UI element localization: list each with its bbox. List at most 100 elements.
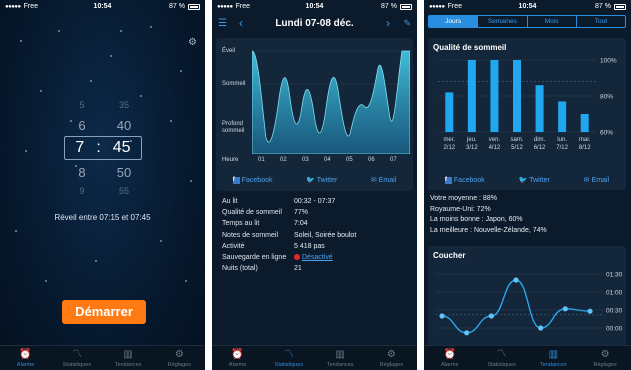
- y-tick-label: 01:00: [606, 290, 623, 297]
- edit-icon[interactable]: ✎: [395, 18, 411, 29]
- detail-row: Sauvegarde en ligne Désactivé: [222, 254, 333, 262]
- period-segmented-control: Jours Semaines Mois Tout: [428, 15, 626, 28]
- battery-icon: [188, 3, 200, 10]
- gear-icon: ⚙: [600, 348, 610, 360]
- picker-row[interactable]: 5 35: [64, 100, 142, 110]
- time-picker[interactable]: 5 35 6 40 7 : 45 8 50 9 55: [64, 98, 142, 198]
- settings-icon[interactable]: ⚙: [188, 37, 197, 48]
- x-tick: 04: [324, 157, 331, 163]
- status-bar: ●●●●● Free 10:54 87 %: [0, 0, 205, 13]
- quality-chart-title: Qualité de sommeil: [433, 43, 507, 52]
- tab-trends[interactable]: ▥ Tendances: [315, 346, 366, 370]
- next-day-icon[interactable]: ›: [381, 16, 395, 30]
- status-bar: ●●●●● Free 10:54 87 %: [424, 0, 631, 13]
- share-bar: f Facebook 🐦 Twitter ✉ Email: [428, 176, 626, 184]
- facebook-share[interactable]: f Facebook: [444, 176, 485, 184]
- picker-row[interactable]: 8 50: [64, 165, 142, 180]
- twitter-share[interactable]: 🐦 Twitter: [518, 176, 549, 185]
- battery-icon: [400, 3, 412, 10]
- clock: 10:54: [518, 3, 537, 10]
- date-nav: ☰ ‹ Lundi 07-08 déc. › ✎: [212, 13, 417, 33]
- tab-settings[interactable]: ⚙ Réglages: [154, 346, 205, 370]
- quality-chart-card: Qualité de sommeil 100% 80% 60% mer. 2/12 jeu…: [428, 38, 626, 190]
- star: [25, 150, 27, 152]
- stat-best: La meilleure : Nouvelle-Zélande, 74%: [430, 226, 547, 234]
- stat-uk: Royaume-Uni: 72%: [430, 205, 491, 213]
- facebook-share[interactable]: f Facebook: [232, 176, 273, 184]
- alarm-clock-icon: ⏰: [231, 348, 244, 360]
- tab-trends[interactable]: ▥ Tendances: [528, 346, 580, 370]
- star: [110, 55, 112, 57]
- star: [90, 80, 92, 82]
- detail-row: Notes de sommeil Soleil, Soirée boulot: [222, 231, 357, 239]
- detail-row: Au lit 00:32 - 07:37: [222, 198, 336, 206]
- picker-row[interactable]: 6 40: [64, 118, 142, 133]
- bedtime-point: [439, 313, 445, 319]
- star: [150, 26, 152, 28]
- star: [40, 90, 42, 92]
- email-share[interactable]: ✉ Email: [584, 176, 609, 185]
- star: [45, 280, 47, 282]
- x-tick-label: 5/12: [511, 145, 523, 151]
- bedtime-chart-title: Coucher: [433, 251, 466, 260]
- stat-average: Votre moyenne : 88%: [430, 195, 497, 202]
- start-button[interactable]: Démarrer: [62, 300, 146, 324]
- quality-bar: [513, 60, 521, 132]
- line-chart-icon: 〽: [283, 348, 294, 360]
- x-tick: 01: [258, 157, 265, 163]
- clock: 10:54: [305, 3, 324, 10]
- tab-bar: ⏰ Alarme 〽 Statistiques ▥ Tendances ⚙ Réglag…: [424, 345, 631, 370]
- bar-chart-icon: ▥: [548, 348, 559, 360]
- prev-day-icon[interactable]: ‹: [234, 16, 248, 30]
- segment-days[interactable]: Jours: [429, 16, 478, 27]
- segment-weeks[interactable]: Semaines: [477, 16, 526, 27]
- segment-all[interactable]: Tout: [575, 16, 625, 27]
- tab-settings[interactable]: ⚙ Réglages: [579, 346, 631, 370]
- x-tick-label: 8/12: [579, 145, 591, 151]
- sleep-graph-card: Éveil Sommeil Profond sommeil Heure 01 0…: [216, 38, 413, 191]
- segment-months[interactable]: Mois: [526, 16, 576, 27]
- x-tick: 07: [390, 157, 397, 163]
- twitter-share[interactable]: 🐦 Twitter: [306, 176, 337, 185]
- selected-minute[interactable]: 45: [113, 139, 131, 157]
- x-tick: 06: [368, 157, 375, 163]
- tab-alarm[interactable]: ⏰ Alarme: [424, 346, 476, 370]
- tab-bar: ⏰ Alarme 〽 Statistiques ▥ Tendances ⚙ Réglag…: [0, 345, 205, 370]
- tab-alarm[interactable]: ⏰ Alarme: [0, 346, 51, 370]
- picker-row[interactable]: 9 55: [64, 186, 142, 196]
- y-tick-label: 60%: [600, 130, 613, 137]
- sleep-area-chart: [252, 50, 410, 154]
- x-tick-label: mar.: [579, 137, 591, 143]
- star: [58, 30, 60, 32]
- facebook-icon: f: [444, 176, 452, 184]
- backup-toggle-link[interactable]: Désactivé: [302, 254, 333, 261]
- x-tick-label: dim.: [534, 137, 546, 143]
- status-dot-icon: [294, 254, 300, 261]
- star: [120, 30, 122, 32]
- x-tick-label: 3/12: [466, 145, 478, 151]
- tab-trends[interactable]: ▥ Tendances: [103, 346, 154, 370]
- tab-alarm[interactable]: ⏰ Alarme: [212, 346, 263, 370]
- quality-bar: [490, 60, 499, 132]
- gear-icon: ⚙: [386, 348, 396, 360]
- stat-worst: La moins bonne : Japon, 60%: [430, 216, 523, 223]
- star: [190, 180, 192, 182]
- tab-statistics[interactable]: 〽 Statistiques: [263, 346, 314, 370]
- x-tick-label: 7/12: [556, 145, 568, 151]
- email-share[interactable]: ✉ Email: [371, 176, 396, 185]
- twitter-icon: 🐦: [518, 177, 528, 184]
- picker-selected[interactable]: 7 : 45: [64, 139, 142, 157]
- quality-bar: [535, 85, 544, 132]
- tab-statistics[interactable]: 〽 Statistiques: [51, 346, 102, 370]
- star: [20, 40, 22, 42]
- bedtime-point: [464, 330, 470, 336]
- bedtime-point: [538, 325, 544, 331]
- tab-settings[interactable]: ⚙ Réglages: [366, 346, 417, 370]
- menu-icon[interactable]: ☰: [218, 18, 234, 29]
- y-tick-label: 00:00: [606, 326, 623, 333]
- y-label-deep-sleep: Profond sommeil: [222, 121, 245, 134]
- tab-statistics[interactable]: 〽 Statistiques: [476, 346, 528, 370]
- x-tick: 02: [280, 157, 287, 163]
- selected-hour[interactable]: 7: [75, 139, 84, 157]
- detail-row: Qualité de sommeil 77%: [222, 209, 309, 217]
